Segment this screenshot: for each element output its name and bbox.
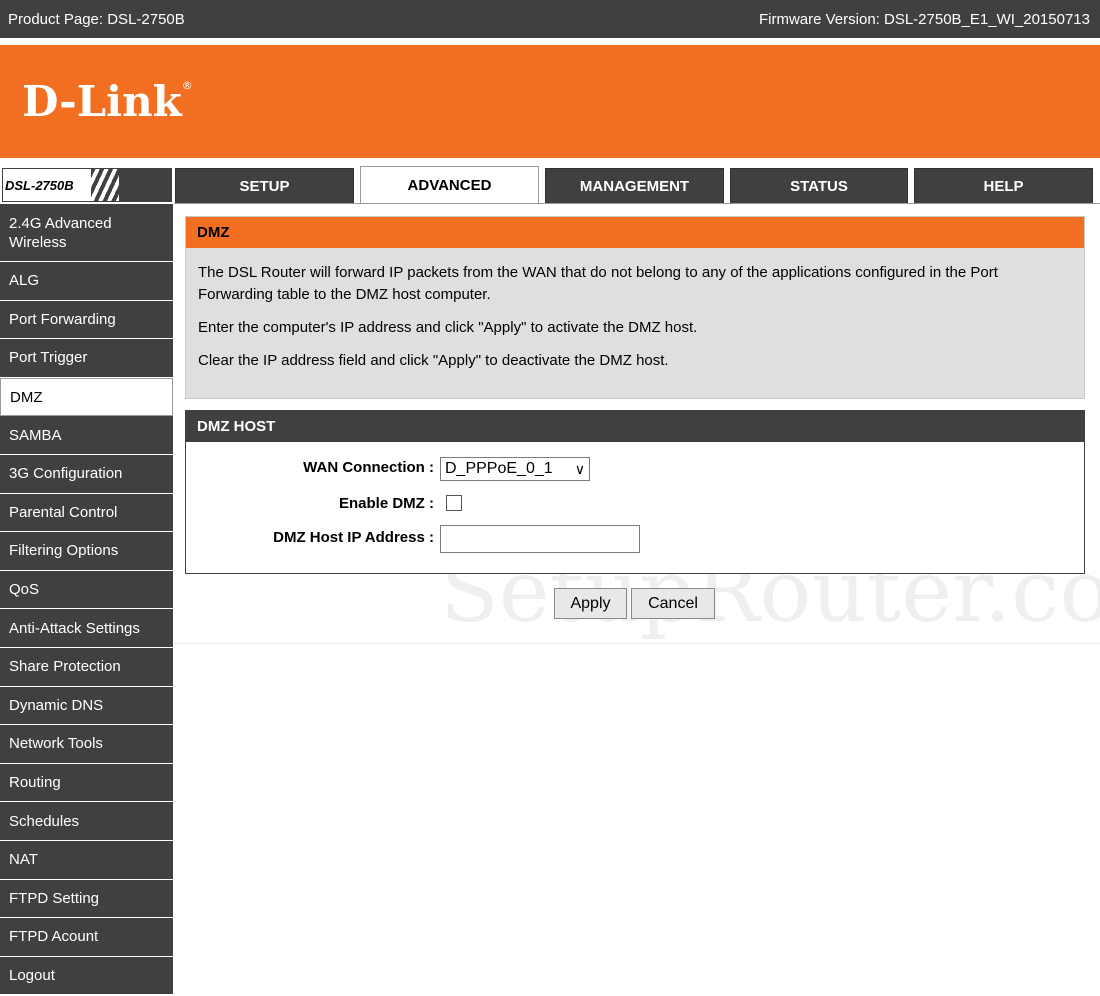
dmz-panel-title: DMZ — [186, 217, 1084, 248]
sidebar-item-ftpd-acount[interactable]: FTPD Acount — [0, 918, 173, 957]
logo-text: D-Link — [22, 77, 182, 126]
content-divider — [174, 643, 1100, 644]
dmz-deactivate-instruction: Clear the IP address field and click "Ap… — [198, 352, 669, 369]
sidebar-item-nat[interactable]: NAT — [0, 840, 173, 880]
sidebar-item-dmz[interactable]: DMZ — [0, 377, 173, 417]
sidebar-item-port-forwarding[interactable]: Port Forwarding — [0, 300, 173, 340]
sidebar-item-dynamic-dns[interactable]: Dynamic DNS — [0, 686, 173, 726]
product-page-label: Product Page: DSL-2750B — [8, 10, 185, 28]
model-stripes-decoration — [91, 169, 171, 201]
enable-dmz-label: Enable DMZ : — [338, 495, 434, 512]
dmz-host-ip-input[interactable] — [440, 525, 640, 553]
enable-dmz-checkbox[interactable] — [446, 495, 462, 511]
dmz-info-panel: DMZ The DSL Router will forward IP packe… — [185, 216, 1085, 399]
registered-mark: ® — [181, 79, 193, 92]
sidebar-item-share-protection[interactable]: Share Protection — [0, 647, 173, 687]
tab-advanced[interactable]: ADVANCED — [360, 166, 539, 204]
chevron-down-icon: ∨ — [574, 461, 585, 477]
sidebar-item-alg[interactable]: ALG — [0, 262, 173, 301]
enable-dmz-row: Enable DMZ : — [186, 491, 1084, 519]
dmz-panel-body: The DSL Router will forward IP packets f… — [186, 248, 1084, 372]
dmz-activate-instruction: Enter the computer's IP address and clic… — [198, 319, 698, 336]
sidebar-item-port-trigger[interactable]: Port Trigger — [0, 339, 173, 378]
dlink-logo: D-Link® — [22, 77, 193, 126]
tab-management[interactable]: MANAGEMENT — [545, 168, 724, 204]
model-badge: DSL-2750B — [2, 168, 172, 202]
dmz-description-text: The DSL Router will forward IP packets f… — [198, 264, 998, 303]
dmz-host-ip-row: DMZ Host IP Address : — [186, 525, 1084, 553]
sidebar-item-routing[interactable]: Routing — [0, 763, 173, 803]
sidebar-item-logout[interactable]: Logout — [0, 956, 173, 996]
sidebar-item-advanced-wireless[interactable]: 2.4G Advanced Wireless — [0, 204, 173, 262]
sidebar-item-network-tools[interactable]: Network Tools — [0, 725, 173, 764]
brand-banner: D-Link® — [0, 45, 1100, 158]
main-nav: DSL-2750B SETUP ADVANCED MANAGEMENT STAT… — [0, 166, 1100, 204]
dmz-host-panel: DMZ HOST WAN Connection : D_PPPoE_0_1 ∨ … — [185, 410, 1085, 574]
sidebar-item-anti-attack-settings[interactable]: Anti-Attack Settings — [0, 609, 173, 648]
sidebar-item-3g-configuration[interactable]: 3G Configuration — [0, 454, 173, 494]
sidebar-item-ftpd-setting[interactable]: FTPD Setting — [0, 879, 173, 919]
tab-setup[interactable]: SETUP — [175, 168, 354, 204]
cancel-button[interactable]: Cancel — [631, 588, 715, 619]
tab-status[interactable]: STATUS — [730, 168, 908, 204]
apply-button[interactable]: Apply — [554, 588, 627, 619]
top-info-bar: Product Page: DSL-2750B Firmware Version… — [0, 0, 1100, 38]
sidebar-item-samba[interactable]: SAMBA — [0, 416, 173, 455]
dmz-host-title: DMZ HOST — [186, 411, 1084, 442]
sidebar-menu: 2.4G Advanced Wireless ALG Port Forwardi… — [0, 204, 173, 996]
sidebar-item-qos[interactable]: QoS — [0, 570, 173, 610]
sidebar-item-parental-control[interactable]: Parental Control — [0, 493, 173, 533]
firmware-version-label: Firmware Version: DSL-2750B_E1_WI_201507… — [758, 10, 1090, 28]
sidebar-item-schedules[interactable]: Schedules — [0, 802, 173, 841]
wan-connection-label: WAN Connection : — [303, 459, 434, 476]
wan-connection-row: WAN Connection : D_PPPoE_0_1 ∨ — [186, 455, 1084, 483]
tab-help[interactable]: HELP — [914, 168, 1093, 204]
model-name: DSL-2750B — [5, 178, 74, 193]
sidebar-item-filtering-options[interactable]: Filtering Options — [0, 532, 173, 571]
nav-divider — [174, 203, 1100, 204]
wan-connection-select[interactable]: D_PPPoE_0_1 ∨ — [440, 457, 590, 481]
wan-connection-value: D_PPPoE_0_1 — [445, 460, 553, 477]
dmz-host-ip-label: DMZ Host IP Address : — [273, 529, 434, 546]
